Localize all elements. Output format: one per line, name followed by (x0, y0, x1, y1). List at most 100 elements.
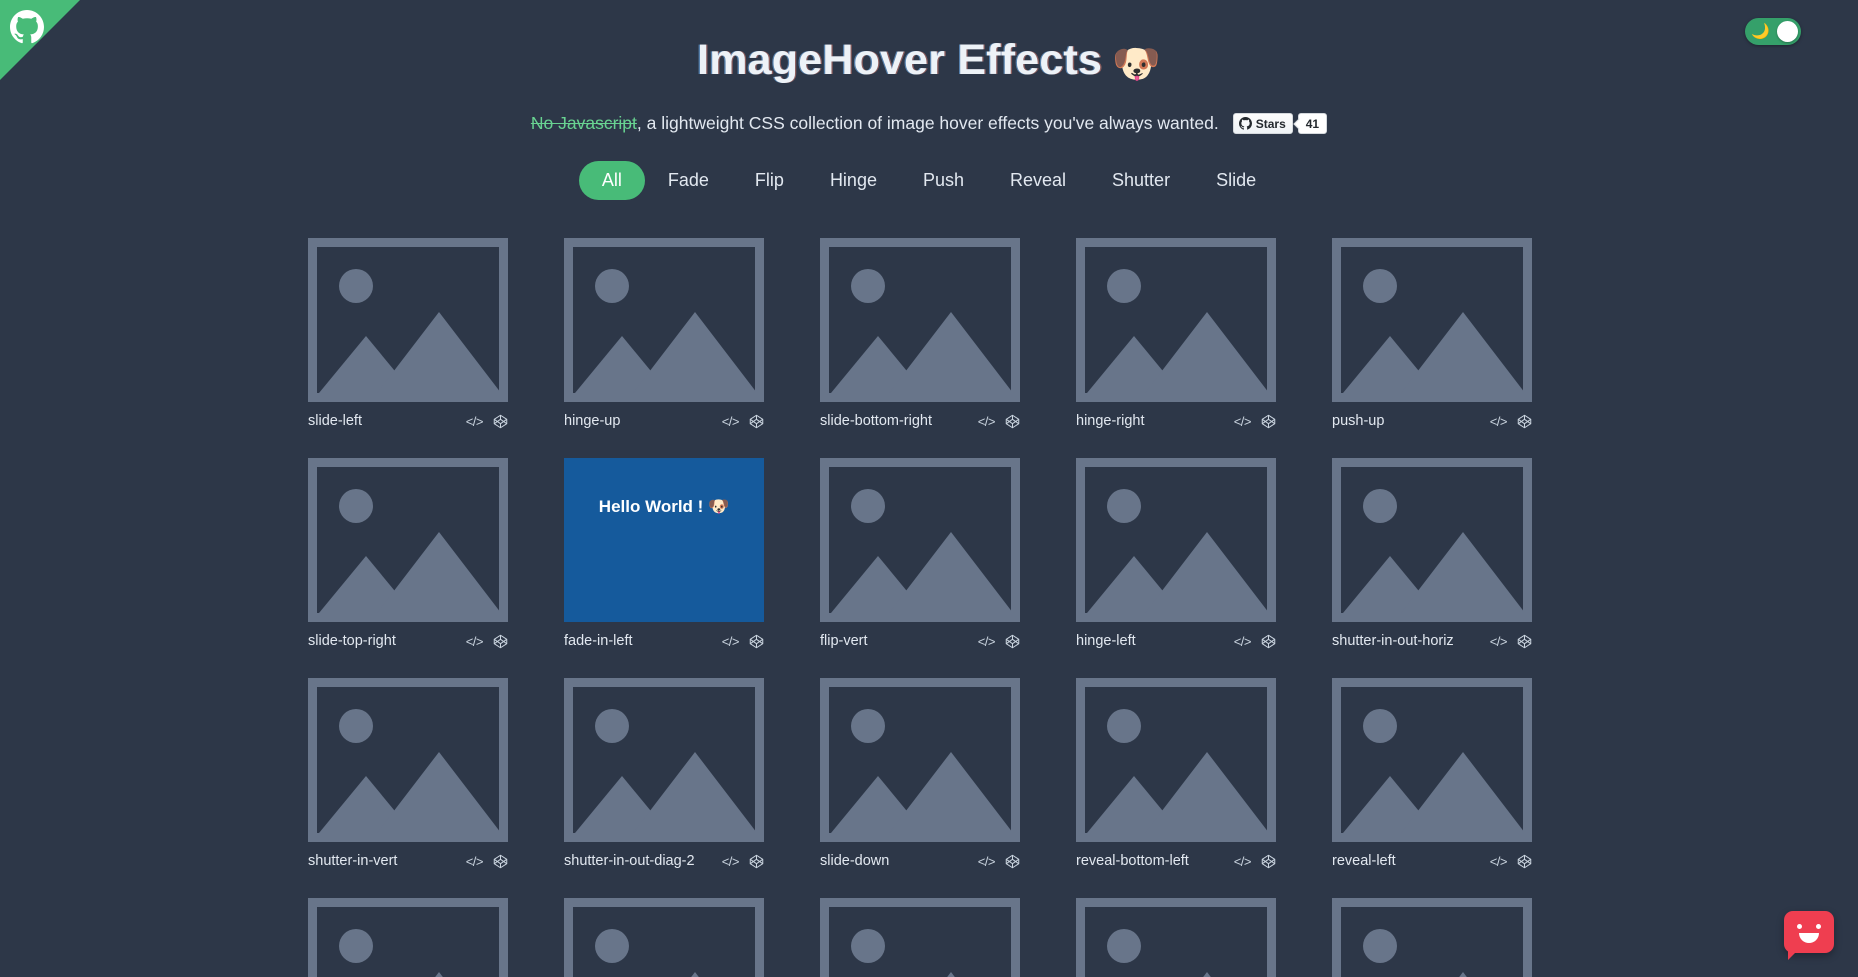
effect-thumbnail[interactable] (564, 898, 764, 977)
placeholder-sun (595, 709, 629, 743)
codepen-icon[interactable] (1517, 634, 1532, 649)
tab-shutter[interactable]: Shutter (1089, 161, 1193, 200)
effect-thumbnail[interactable] (1332, 678, 1532, 842)
chat-smiley-icon[interactable] (1784, 911, 1834, 960)
effect-thumbnail[interactable] (1076, 238, 1276, 402)
effect-caption: hinge-right </> (1076, 413, 1276, 429)
effect-thumbnail[interactable] (308, 678, 508, 842)
effect-actions: </> (1234, 414, 1276, 429)
github-stars-count[interactable]: 41 (1297, 113, 1328, 134)
code-icon[interactable]: </> (1490, 854, 1508, 869)
code-icon[interactable]: </> (722, 854, 740, 869)
effect-card[interactable] (1076, 898, 1276, 977)
placeholder-mountain-large (633, 312, 755, 393)
effect-card[interactable] (1332, 898, 1532, 977)
effect-card[interactable] (308, 898, 508, 977)
code-icon[interactable]: </> (466, 854, 484, 869)
codepen-icon[interactable] (1517, 854, 1532, 869)
page-title-text: ImageHover Effects (697, 36, 1103, 84)
code-icon[interactable]: </> (466, 634, 484, 649)
effect-thumbnail[interactable] (308, 898, 508, 977)
tab-fade[interactable]: Fade (645, 161, 732, 200)
effect-card[interactable] (564, 898, 764, 977)
codepen-icon[interactable] (1261, 634, 1276, 649)
effect-card[interactable]: Hello World ! 🐶 fade-in-left </> (564, 458, 764, 649)
effect-thumbnail[interactable] (1076, 898, 1276, 977)
code-icon[interactable]: </> (1490, 414, 1508, 429)
effect-thumbnail[interactable] (1332, 458, 1532, 622)
codepen-icon[interactable] (749, 854, 764, 869)
codepen-icon[interactable] (1005, 414, 1020, 429)
tab-all[interactable]: All (578, 161, 645, 200)
codepen-icon[interactable] (493, 854, 508, 869)
placeholder-mountain-large (377, 532, 499, 613)
effect-thumbnail[interactable] (1076, 678, 1276, 842)
effect-thumbnail[interactable] (1332, 898, 1532, 977)
github-stars-badge[interactable]: Stars 41 (1232, 113, 1328, 134)
effect-thumbnail[interactable] (308, 238, 508, 402)
effect-card[interactable]: shutter-in-out-horiz </> (1332, 458, 1532, 649)
code-icon[interactable]: </> (978, 634, 996, 649)
effect-card[interactable]: shutter-in-vert </> (308, 678, 508, 869)
tab-flip[interactable]: Flip (732, 161, 807, 200)
effect-thumbnail[interactable] (820, 238, 1020, 402)
tab-reveal[interactable]: Reveal (987, 161, 1089, 200)
placeholder-mountain-large (633, 972, 755, 977)
image-placeholder-icon (1341, 687, 1523, 833)
github-corner-ribbon[interactable] (0, 0, 80, 80)
code-icon[interactable]: </> (978, 854, 996, 869)
code-icon[interactable]: </> (1234, 414, 1252, 429)
effect-thumbnail[interactable] (1076, 458, 1276, 622)
effect-card[interactable]: slide-left </> (308, 238, 508, 429)
effect-card[interactable]: hinge-up </> (564, 238, 764, 429)
effect-name: slide-bottom-right (820, 413, 933, 429)
image-placeholder-icon (1085, 907, 1267, 977)
dark-mode-toggle[interactable]: 🌙 (1745, 18, 1801, 45)
effect-thumbnail[interactable] (820, 898, 1020, 977)
effect-card[interactable]: hinge-left </> (1076, 458, 1276, 649)
code-icon[interactable]: </> (722, 414, 740, 429)
effect-thumbnail[interactable]: Hello World ! 🐶 (564, 458, 764, 622)
codepen-icon[interactable] (1005, 634, 1020, 649)
effect-actions: </> (1490, 634, 1532, 649)
code-icon[interactable]: </> (466, 414, 484, 429)
effect-thumbnail[interactable] (564, 238, 764, 402)
tab-slide[interactable]: Slide (1193, 161, 1279, 200)
effect-card[interactable]: slide-bottom-right </> (820, 238, 1020, 429)
effect-thumbnail[interactable] (820, 678, 1020, 842)
effects-grid: slide-left </> hinge-up </> slide-bottom-rig… (308, 238, 1550, 977)
codepen-icon[interactable] (493, 634, 508, 649)
effect-caption: slide-down </> (820, 853, 1020, 869)
codepen-icon[interactable] (1005, 854, 1020, 869)
effect-thumbnail[interactable] (564, 678, 764, 842)
codepen-icon[interactable] (493, 414, 508, 429)
code-icon[interactable]: </> (722, 634, 740, 649)
codepen-icon[interactable] (749, 634, 764, 649)
effect-card[interactable] (820, 898, 1020, 977)
effect-card[interactable]: hinge-right </> (1076, 238, 1276, 429)
effect-card[interactable]: slide-top-right </> (308, 458, 508, 649)
effect-actions: </> (978, 414, 1020, 429)
codepen-icon[interactable] (749, 414, 764, 429)
tab-hinge[interactable]: Hinge (807, 161, 900, 200)
no-javascript-label: No Javascript (530, 113, 637, 133)
tab-push[interactable]: Push (900, 161, 987, 200)
code-icon[interactable]: </> (978, 414, 996, 429)
effect-card[interactable]: shutter-in-out-diag-2 </> (564, 678, 764, 869)
effect-card[interactable]: reveal-bottom-left </> (1076, 678, 1276, 869)
chat-eye-left (1797, 924, 1802, 929)
effect-card[interactable]: flip-vert </> (820, 458, 1020, 649)
effect-thumbnail[interactable] (308, 458, 508, 622)
effect-card[interactable]: push-up </> (1332, 238, 1532, 429)
effect-card[interactable]: slide-down </> (820, 678, 1020, 869)
codepen-icon[interactable] (1261, 854, 1276, 869)
github-stars-button[interactable]: Stars (1232, 113, 1293, 134)
codepen-icon[interactable] (1261, 414, 1276, 429)
effect-thumbnail[interactable] (1332, 238, 1532, 402)
code-icon[interactable]: </> (1490, 634, 1508, 649)
codepen-icon[interactable] (1517, 414, 1532, 429)
effect-card[interactable]: reveal-left </> (1332, 678, 1532, 869)
code-icon[interactable]: </> (1234, 854, 1252, 869)
effect-thumbnail[interactable] (820, 458, 1020, 622)
code-icon[interactable]: </> (1234, 634, 1252, 649)
